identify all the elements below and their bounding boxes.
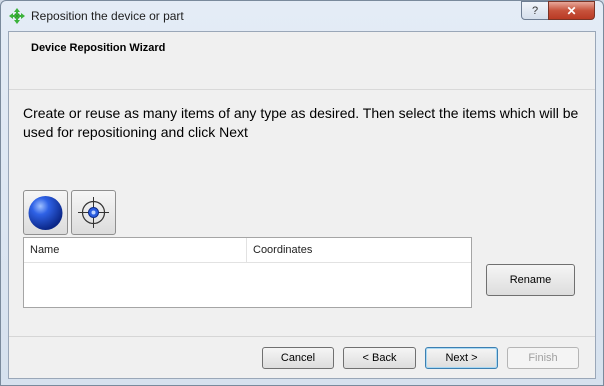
footer-divider — [9, 336, 595, 337]
column-header-name[interactable]: Name — [24, 238, 247, 262]
instructions-text: Create or reuse as many items of any typ… — [23, 105, 579, 140]
cancel-button[interactable]: Cancel — [262, 347, 334, 369]
add-sphere-button[interactable] — [23, 190, 68, 235]
back-button[interactable]: < Back — [343, 347, 416, 369]
items-table[interactable]: Name Coordinates — [23, 237, 472, 308]
rename-button[interactable]: Rename — [486, 264, 575, 296]
close-button[interactable]: ✕ — [548, 1, 595, 20]
wizard-title: Device Reposition Wizard — [31, 42, 166, 54]
add-target-button[interactable] — [71, 190, 116, 235]
target-crosshair-icon — [78, 197, 109, 228]
column-header-coordinates[interactable]: Coordinates — [247, 238, 471, 262]
wizard-header: Device Reposition Wizard — [9, 32, 595, 90]
title-bar[interactable]: Reposition the device or part ? ✕ — [1, 1, 603, 31]
help-button[interactable]: ? — [521, 1, 549, 20]
dialog-client: Device Reposition Wizard Create or reuse… — [8, 31, 596, 379]
table-header: Name Coordinates — [24, 238, 471, 263]
move-arrows-icon — [9, 8, 25, 24]
sphere-icon — [28, 196, 63, 230]
next-button[interactable]: Next > — [425, 347, 498, 369]
window-title: Reposition the device or part — [31, 9, 184, 23]
dialog-window: Reposition the device or part ? ✕ Device… — [0, 0, 604, 386]
finish-button[interactable]: Finish — [507, 347, 579, 369]
